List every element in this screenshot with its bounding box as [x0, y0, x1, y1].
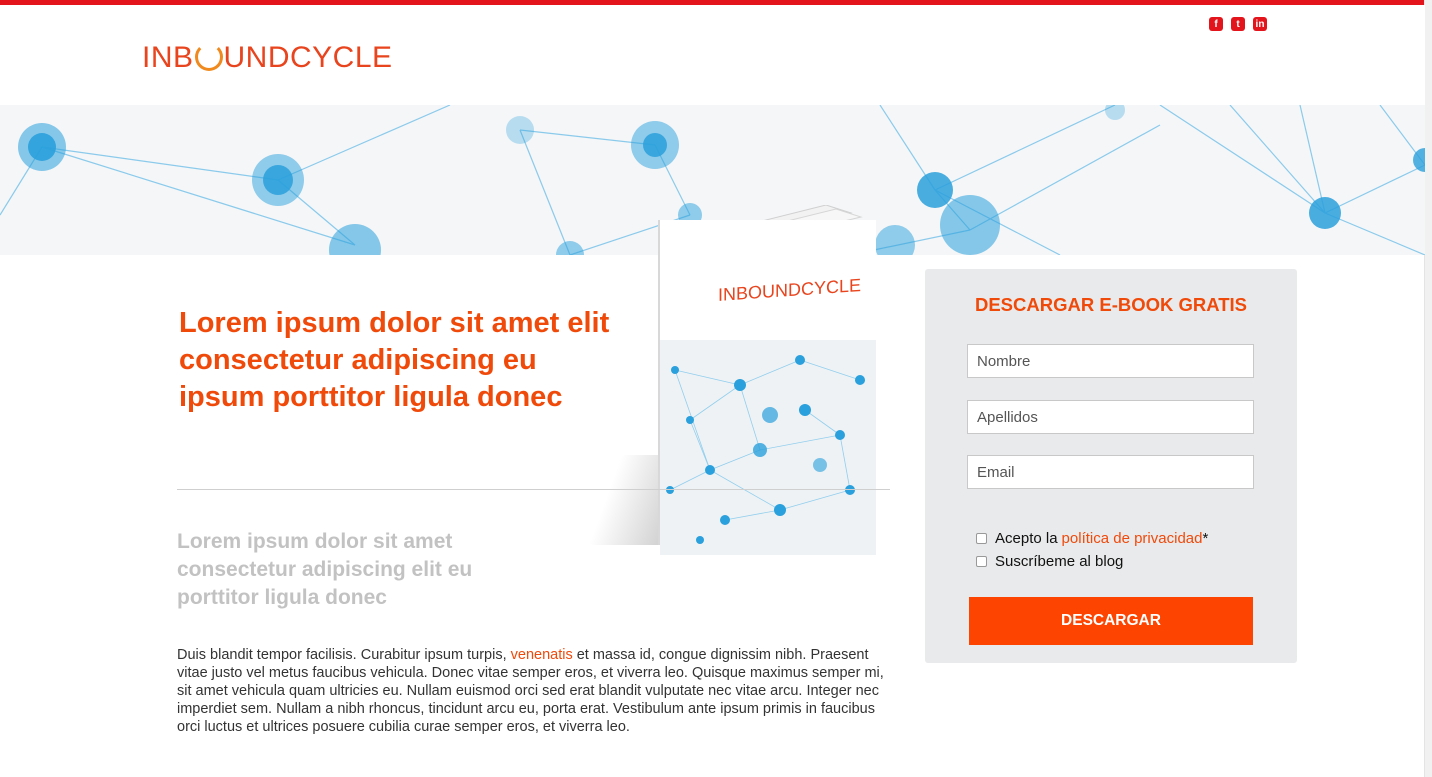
- download-form: DESCARGAR E-BOOK GRATIS Acepto la políti…: [925, 269, 1297, 663]
- twitter-icon[interactable]: t: [1231, 17, 1245, 31]
- privacy-policy-link[interactable]: política de privacidad: [1062, 530, 1203, 547]
- logo-text-start: INB: [142, 41, 194, 74]
- email-field[interactable]: [967, 455, 1254, 489]
- privacy-checkbox[interactable]: [976, 533, 987, 544]
- facebook-icon[interactable]: f: [1209, 17, 1223, 31]
- subscribe-label: Suscríbeme al blog: [995, 553, 1124, 570]
- apellidos-field[interactable]: [967, 400, 1254, 434]
- body-text-start: Duis blandit tempor facilisis. Curabitur…: [177, 647, 511, 663]
- content-divider: [177, 489, 890, 490]
- privacy-label: Acepto la: [995, 530, 1058, 547]
- download-button[interactable]: DESCARGAR: [969, 597, 1253, 645]
- logo-text-end: UNDCYCLE: [223, 41, 393, 74]
- subscribe-row: Suscríbeme al blog: [976, 553, 1123, 570]
- subscribe-checkbox[interactable]: [976, 556, 987, 567]
- privacy-consent-row: Acepto la política de privacidad *: [976, 530, 1208, 547]
- body-paragraph: Duis blandit tempor facilisis. Curabitur…: [177, 646, 889, 736]
- scrollbar[interactable]: [1424, 0, 1432, 777]
- ebook-cover-image: INBOUNDCYCLE: [588, 205, 876, 555]
- required-asterisk: *: [1202, 530, 1209, 547]
- cover-logo: INBOUNDCYCLE: [718, 274, 862, 306]
- cover-network-graphic: [666, 355, 865, 544]
- linkedin-icon[interactable]: in: [1253, 17, 1267, 31]
- social-links: f t in: [1209, 17, 1267, 31]
- page-subheadline: Lorem ipsum dolor sit amet consectetur a…: [177, 530, 473, 609]
- inboundcycle-logo[interactable]: INB UNDCYCLE: [142, 41, 393, 75]
- book-cover: INBOUNDCYCLE: [660, 220, 876, 555]
- logo-circle-icon: [194, 43, 223, 71]
- site-header: INB UNDCYCLE f t in: [0, 5, 1425, 105]
- nombre-field[interactable]: [967, 344, 1254, 378]
- page-headline: Lorem ipsum dolor sit amet elit consecte…: [179, 307, 610, 413]
- venenatis-link[interactable]: venenatis: [511, 647, 573, 663]
- cover-top: INBOUNDCYCLE: [660, 220, 876, 355]
- cover-network-art: [660, 340, 876, 555]
- form-title: DESCARGAR E-BOOK GRATIS: [974, 294, 1248, 315]
